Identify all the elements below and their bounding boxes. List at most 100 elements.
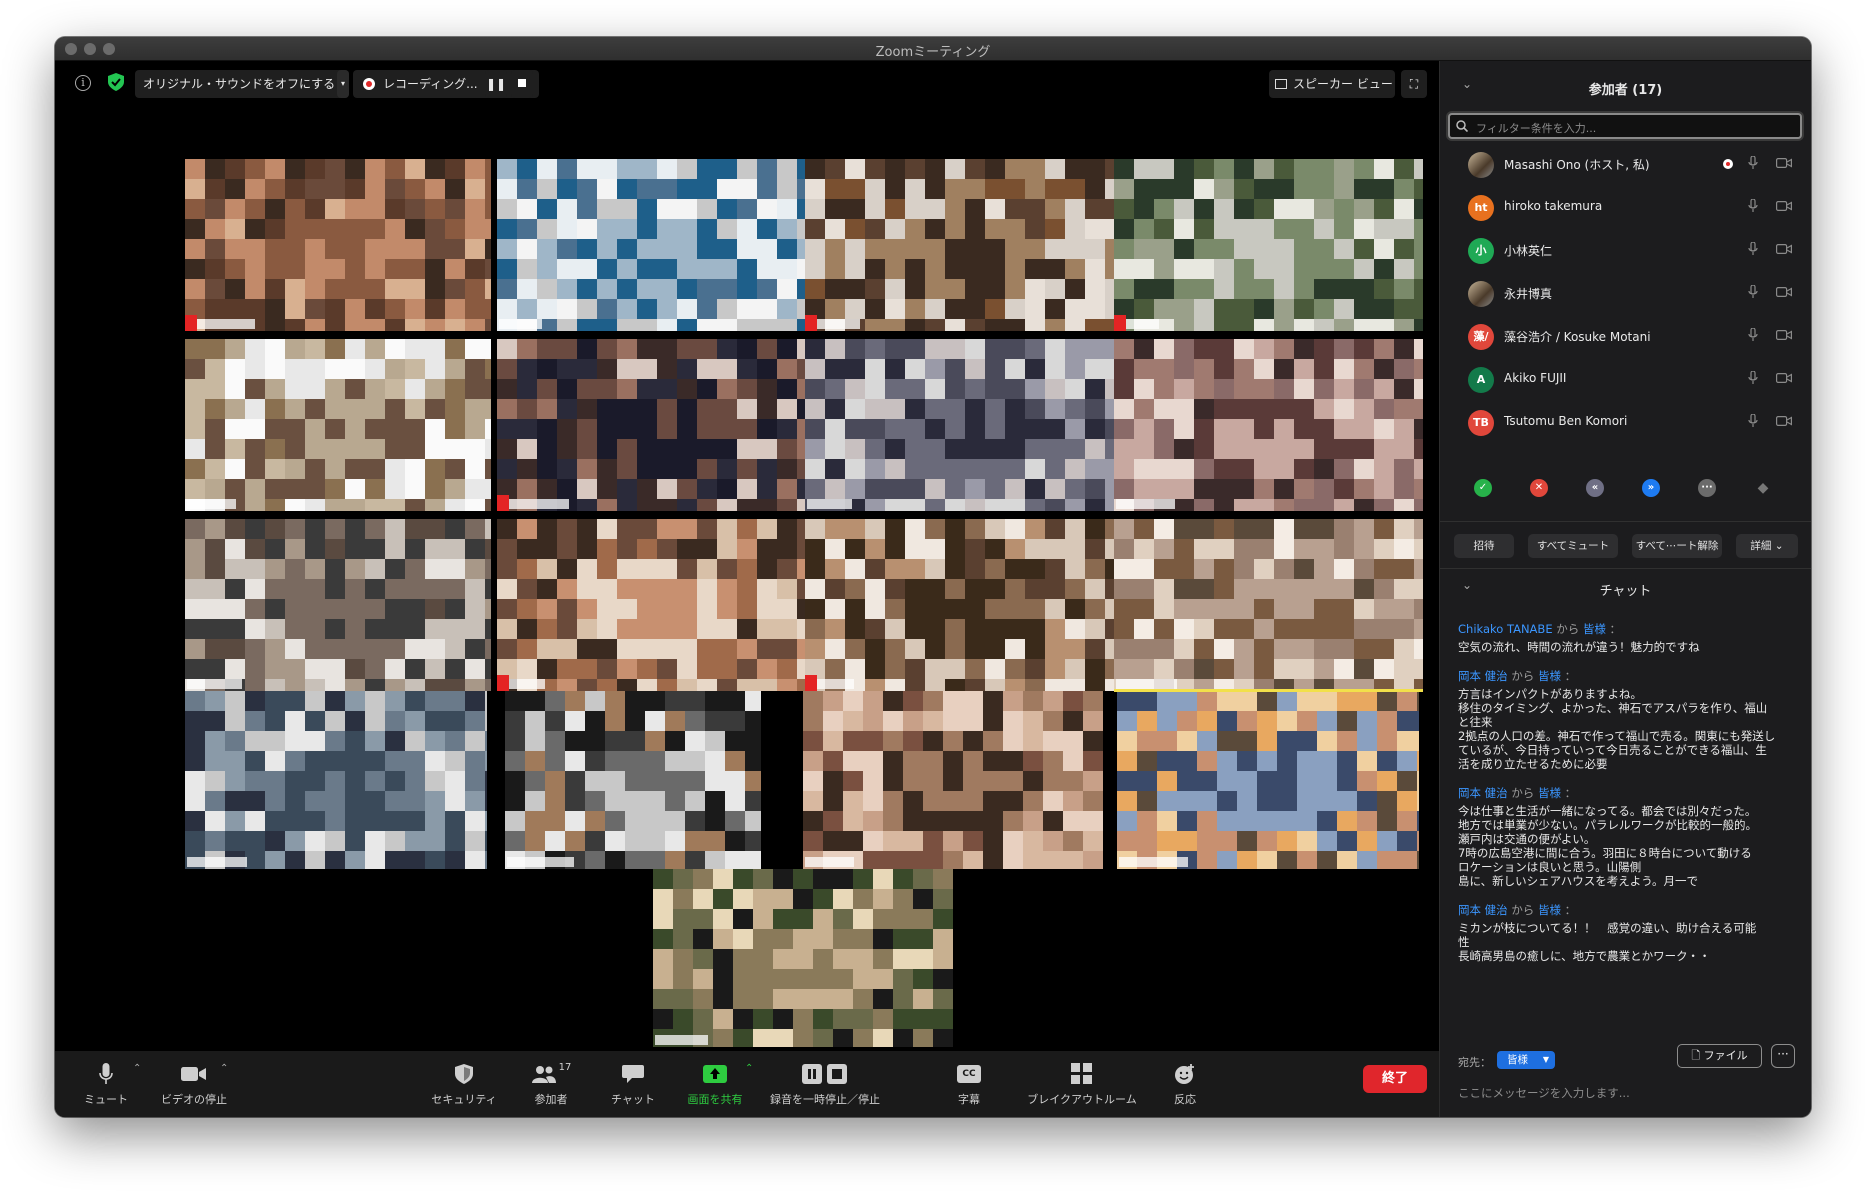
security-button[interactable]: セキュリティ [429, 1059, 499, 1107]
pause-recording-button[interactable]: ❚❚ [485, 70, 507, 98]
video-camera-icon [1776, 373, 1792, 383]
participant-name-overlay [499, 499, 569, 509]
chat-sender[interactable]: 岡本 健治 [1458, 786, 1508, 800]
chat-sender[interactable]: 岡本 健治 [1458, 903, 1508, 917]
chat-message-text: ミカンが枝についてる！！ 感覚の違い、助け合える可能 [1458, 921, 1757, 935]
fullscreen-button[interactable]: ⛶ [1401, 70, 1427, 98]
participants-list: Masashi Ono (ホスト, 私) ht hiroko takemura 小小林… [1440, 141, 1811, 441]
participant-row[interactable]: TB Tsutomu Ben Komori [1440, 401, 1811, 441]
participant-name-overlay [187, 499, 236, 509]
window-title: Zoomミーティング [875, 45, 991, 60]
pause-stop-recording-button[interactable]: 録音を一時停止／停止 [765, 1059, 885, 1107]
clear-feedback-eraser-icon[interactable]: ◆ [1754, 479, 1772, 497]
captions-button[interactable]: CC 字幕 [949, 1059, 989, 1107]
mute-all-button[interactable]: すべてミュート [1528, 534, 1618, 558]
file-label: ファイル [1703, 1049, 1748, 1062]
end-meeting-button[interactable]: 終了 [1363, 1065, 1427, 1093]
speaker-view-button[interactable]: スピーカー ビュー [1269, 70, 1395, 98]
microphone-icon [1748, 371, 1758, 384]
pause-stop-icon [802, 1064, 847, 1084]
file-icon: 🗋 [1691, 1049, 1701, 1062]
more-reactions-icon[interactable]: ··· [1698, 479, 1716, 497]
participant-video-tile[interactable] [805, 159, 1114, 331]
mute-button[interactable]: ミュート [75, 1059, 137, 1107]
dropdown-caret-icon: ▼ [1542, 1055, 1549, 1064]
participant-row[interactable]: ht hiroko takemura [1440, 186, 1811, 228]
video-camera-icon [1776, 287, 1792, 297]
go-slower-icon[interactable]: « [1586, 479, 1604, 497]
nonverbal-feedback-bar: ✓ ✕ « » ··· ◆ [1440, 479, 1811, 509]
chat-message-text: 性 [1458, 935, 1470, 949]
participant-video-tile[interactable] [1117, 691, 1419, 869]
participant-video-tile[interactable] [1114, 519, 1423, 691]
participant-name: 小林英仁 [1504, 244, 1553, 258]
chat-recipient: 皆様 [1582, 622, 1606, 636]
participant-video-tile[interactable] [185, 339, 491, 511]
share-screen-label: 画面を共有 [687, 1093, 743, 1106]
chat-message-text: ているが、今日持っていって今日売ることができる福山、生 [1458, 743, 1767, 757]
original-sound-button[interactable]: オリジナル・サウンドをオフにする [135, 70, 349, 98]
participant-video-tile[interactable] [185, 519, 491, 691]
chat-messages: Chikako TANABE から 皆様 ： 空気の流れ、時間の流れが違う！魅力的… [1458, 621, 1804, 977]
participant-row[interactable]: Masashi Ono (ホスト, 私) [1440, 143, 1811, 185]
stop-recording-button[interactable] [511, 70, 533, 98]
original-sound-dropdown[interactable]: ▾ [337, 70, 349, 98]
chat-message-text: 今は仕事と生活が一緒になってる。都会では別々だった。 [1458, 804, 1757, 818]
participant-video-tile[interactable] [653, 869, 953, 1047]
participant-row[interactable]: 永井博真 [1440, 272, 1811, 314]
avatar: 小 [1468, 238, 1494, 264]
video-options-caret-icon[interactable]: ⌃ [220, 1063, 228, 1074]
side-panel: ⌄ 参加者 (17) フィルター条件を入力... Masashi Ono (ホス… [1439, 61, 1811, 1117]
participant-row[interactable]: 小小林英仁 [1440, 229, 1811, 271]
chat-sender[interactable]: 岡本 健治 [1458, 669, 1508, 683]
audio-options-caret-icon[interactable]: ⌃ [133, 1063, 141, 1074]
chat-message-text: 長崎高男島の癒しに、地方で農業とかワーク・・ [1458, 949, 1711, 963]
participant-row[interactable]: A Akiko FUJII [1440, 358, 1811, 400]
avatar: A [1468, 367, 1494, 393]
chat-button[interactable]: チャット [603, 1059, 663, 1107]
participant-name-overlay [805, 857, 854, 867]
invite-button[interactable]: 招待 [1454, 534, 1514, 558]
yes-checkmark-icon[interactable]: ✓ [1474, 479, 1492, 497]
participant-search-input[interactable]: フィルター条件を入力... [1448, 113, 1802, 139]
participant-name: 永井博真 [1504, 287, 1553, 301]
chat-message-header: 岡本 健治 から 皆様 ： [1458, 786, 1577, 800]
chat-sender[interactable]: Chikako TANABE [1458, 622, 1553, 636]
participant-row[interactable]: 藻/藻谷浩介 / Kosuke Motani [1440, 315, 1811, 357]
go-faster-icon[interactable]: » [1642, 479, 1660, 497]
participant-video-tile[interactable] [803, 691, 1103, 869]
chat-more-button[interactable]: ··· [1771, 1044, 1795, 1068]
muted-mic-icon [185, 315, 197, 331]
participant-video-tile[interactable] [497, 519, 805, 691]
participant-video-tile[interactable] [805, 339, 1114, 511]
participant-video-tile[interactable] [805, 519, 1114, 691]
share-options-caret-icon[interactable]: ⌃ [745, 1063, 753, 1074]
info-icon[interactable]: i [75, 75, 91, 91]
participant-name-overlay [187, 679, 242, 689]
participant-video-tile[interactable] [185, 159, 491, 331]
breakout-rooms-button[interactable]: ブレイクアウトルーム [1023, 1059, 1141, 1107]
participant-video-tile[interactable] [185, 691, 487, 869]
reactions-button[interactable]: 反応 [1165, 1059, 1205, 1107]
participant-video-tile[interactable] [1114, 339, 1423, 511]
participant-video-tile[interactable] [505, 691, 761, 869]
no-cross-icon[interactable]: ✕ [1530, 479, 1548, 497]
video-camera-icon [1776, 416, 1792, 426]
participants-button[interactable]: 17 参加者 [521, 1059, 581, 1107]
file-button[interactable]: 🗋 ファイル [1677, 1044, 1762, 1068]
participant-name-overlay [499, 319, 542, 329]
chat-message-input[interactable]: ここにメッセージを入力します... [1458, 1085, 1798, 1103]
unmute-all-button[interactable]: すべて⋯ート解除 [1632, 534, 1722, 558]
microphone-icon [1748, 414, 1758, 427]
participant-video-tile[interactable] [1114, 159, 1423, 331]
more-options-button[interactable]: 詳細 ⌄ [1736, 534, 1798, 558]
share-screen-button[interactable]: 画面を共有 [683, 1059, 747, 1107]
chat-label: チャット [611, 1093, 655, 1106]
recipient-value: 皆様 [1507, 1054, 1528, 1066]
chat-message-text: 活を成り立たせるために必要 [1458, 757, 1608, 771]
recipient-select[interactable]: 皆様 ▼ [1497, 1051, 1555, 1069]
participant-name-overlay [655, 1035, 708, 1045]
participant-video-tile[interactable] [497, 339, 805, 511]
encryption-shield-icon[interactable] [108, 73, 124, 91]
participant-video-tile[interactable] [497, 159, 805, 331]
